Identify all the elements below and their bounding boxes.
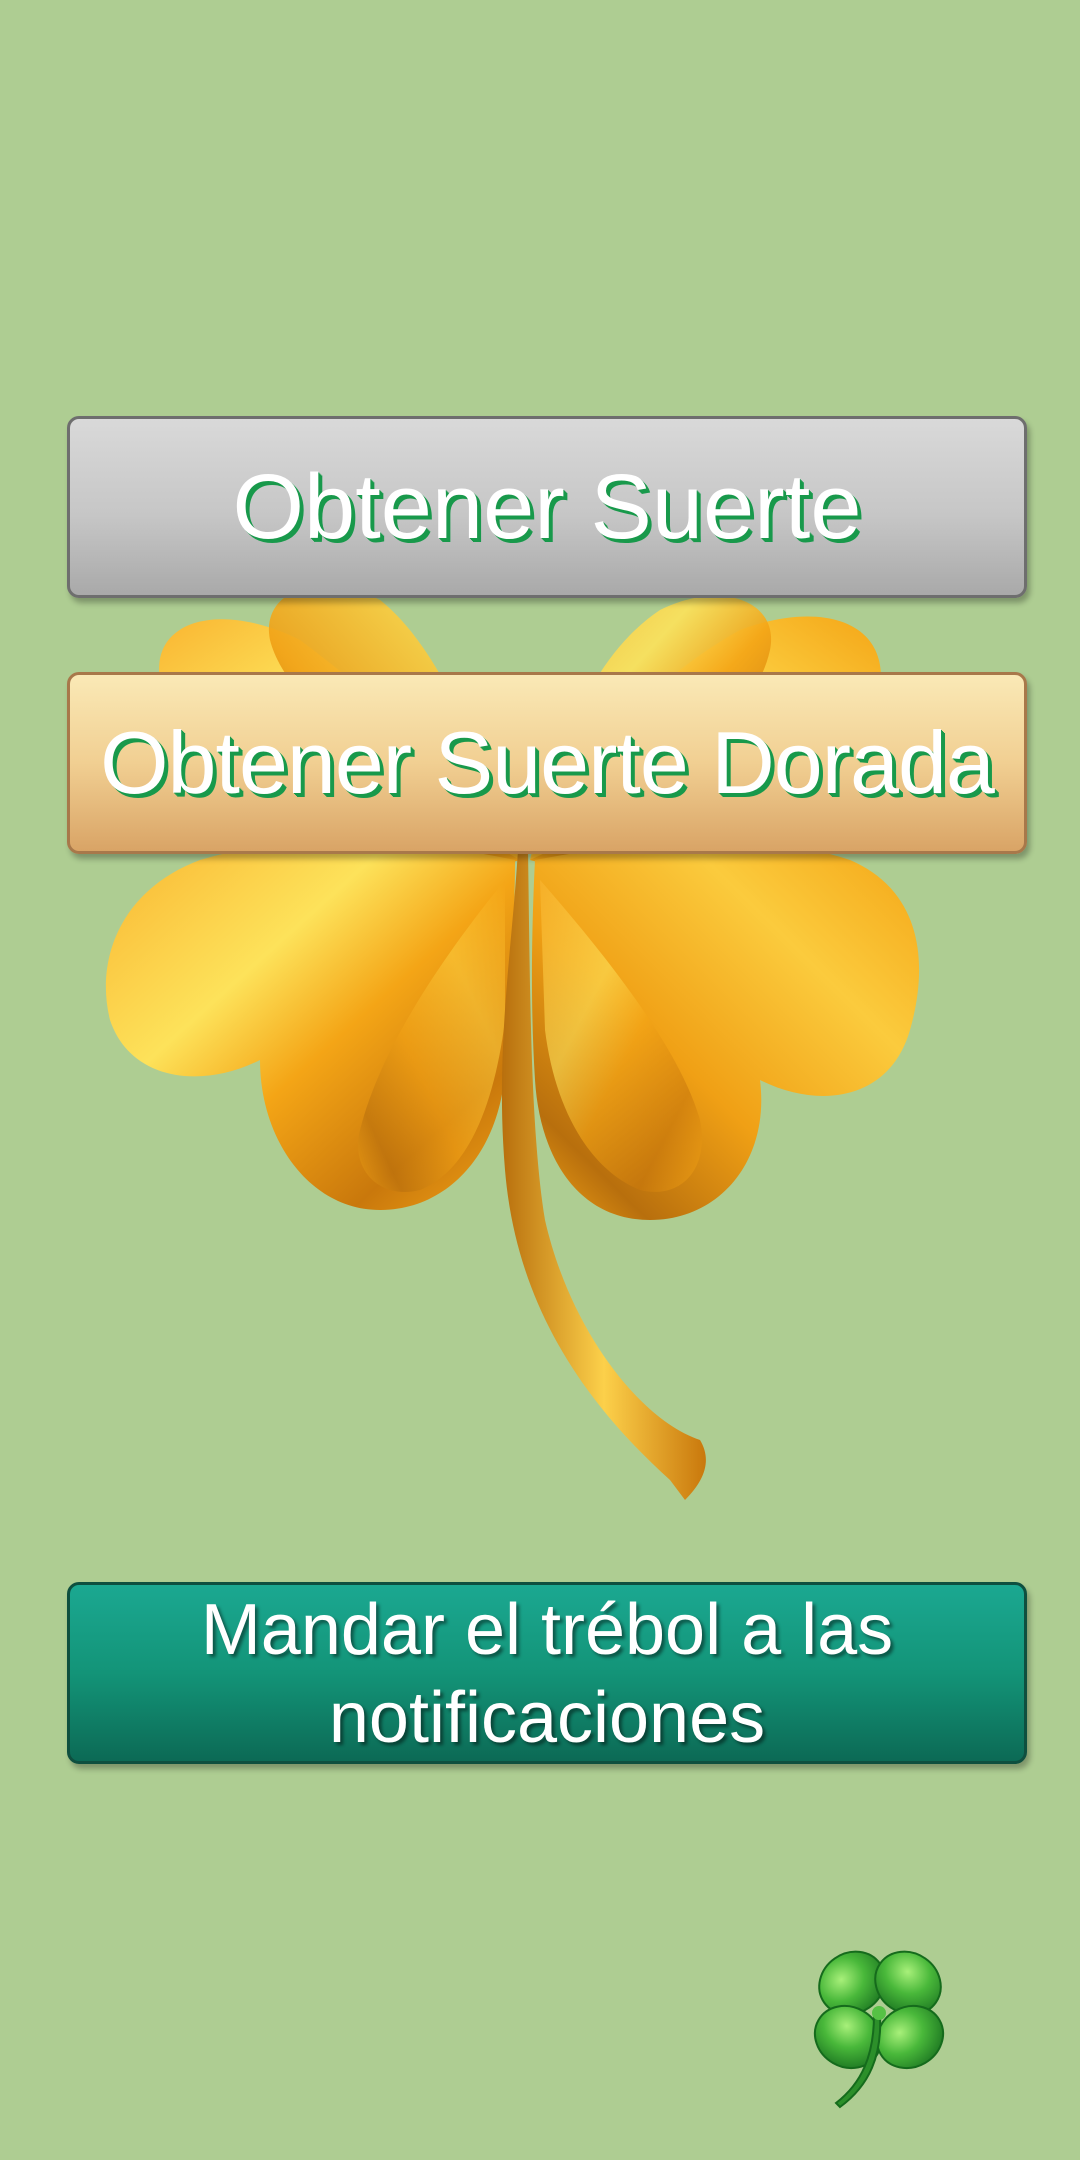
get-luck-button[interactable]: Obtener Suerte <box>67 416 1027 598</box>
get-golden-luck-label: Obtener Suerte Dorada <box>100 713 995 812</box>
golden-clover-icon <box>105 585 920 1500</box>
get-golden-luck-button[interactable]: Obtener Suerte Dorada <box>67 672 1027 854</box>
send-to-notifications-button[interactable]: Mandar el trébol a las notificaciones <box>67 1582 1027 1764</box>
get-luck-label: Obtener Suerte <box>232 456 862 558</box>
send-to-notifications-label: Mandar el trébol a las notificaciones <box>200 1590 894 1758</box>
green-clover-icon <box>813 1950 945 2109</box>
